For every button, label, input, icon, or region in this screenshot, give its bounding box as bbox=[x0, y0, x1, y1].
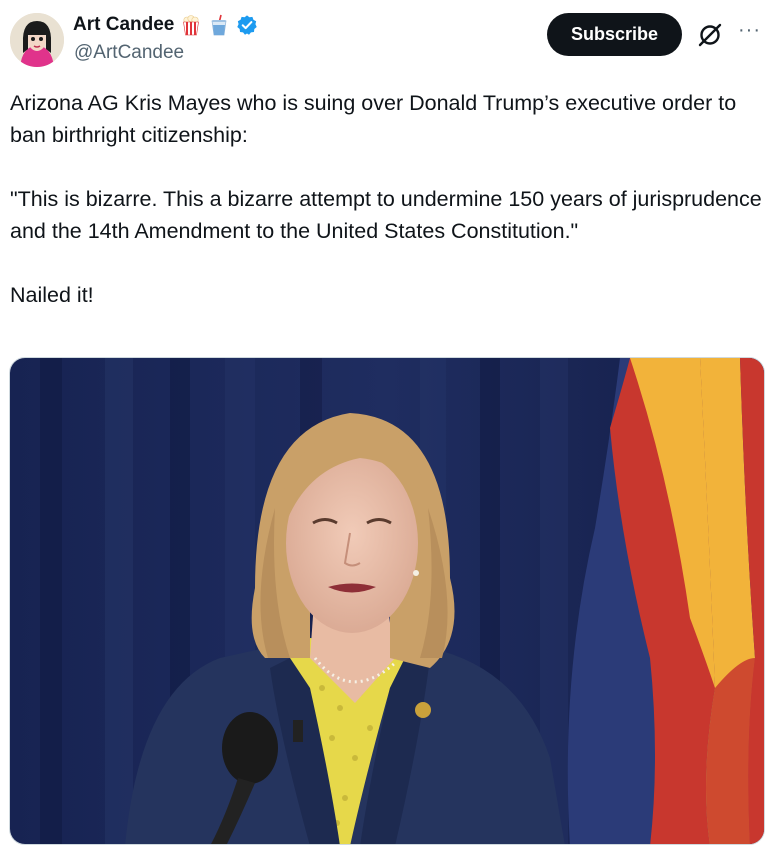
verified-badge-icon[interactable] bbox=[236, 14, 258, 36]
grok-icon[interactable] bbox=[697, 22, 723, 48]
tweet-quote: "This is bizarre. This a bizarre attempt… bbox=[10, 187, 762, 243]
tweet-media-video[interactable] bbox=[9, 357, 765, 845]
author-name-row[interactable]: Art Candee bbox=[73, 14, 258, 36]
tweet-text: Arizona AG Kris Mayes who is suing over … bbox=[10, 87, 768, 311]
avatar[interactable] bbox=[10, 13, 64, 67]
subscribe-button[interactable]: Subscribe bbox=[547, 13, 682, 56]
author-handle[interactable]: @ArtCandee bbox=[74, 42, 184, 64]
tweet-closing: Nailed it! bbox=[10, 283, 94, 307]
author-name[interactable]: Art Candee bbox=[73, 14, 174, 36]
more-icon[interactable]: ··· bbox=[738, 20, 761, 40]
tweet-line-intro: Arizona AG Kris Mayes who is suing over … bbox=[10, 91, 737, 147]
drink-icon bbox=[208, 14, 230, 36]
popcorn-icon bbox=[180, 14, 202, 36]
